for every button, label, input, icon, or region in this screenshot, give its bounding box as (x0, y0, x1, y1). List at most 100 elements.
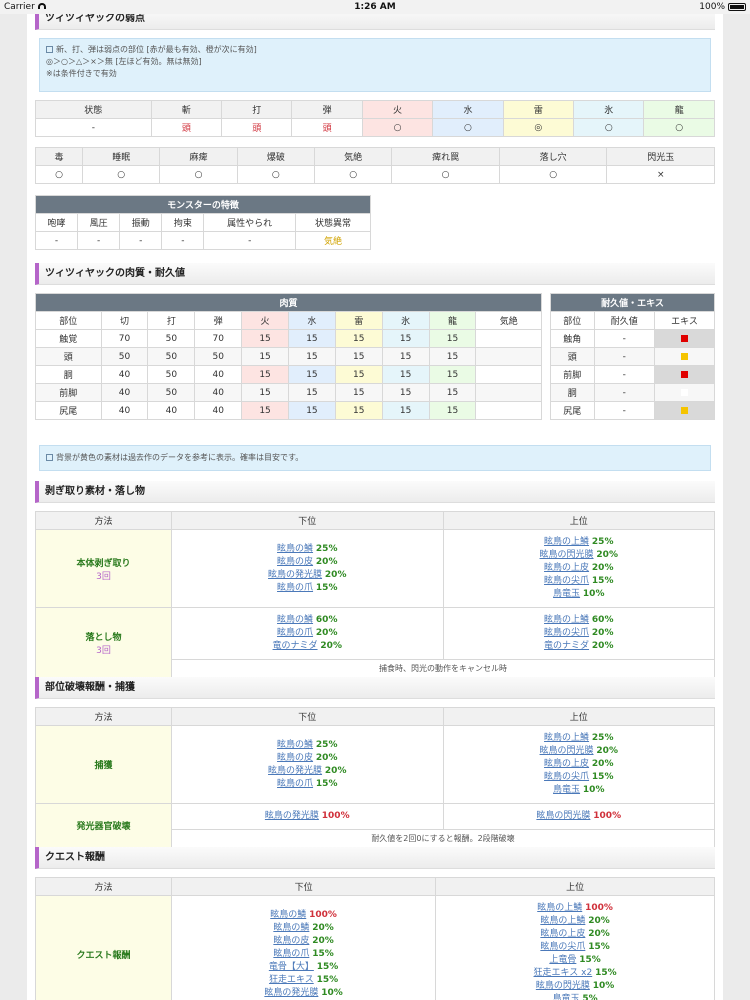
durability-value: - (593, 329, 655, 348)
meat-row: 尻尾 40 40 40 15 15 15 15 15 (35, 401, 542, 420)
drop-item: 眩鳥の上皮 20% (446, 758, 713, 771)
method-cell: 捕獲 (35, 725, 172, 804)
drop-rate: 10% (321, 987, 343, 998)
drop-rate: 15% (588, 942, 610, 952)
drop-list: 眩鳥の鱗 60% 眩鳥の爪 20% 竜のナミダ 20% (171, 607, 444, 660)
meat-cell: 前脚 (35, 383, 102, 402)
page-content[interactable]: ツィツィヤックの弱点 新、打、弾は弱点の部位 [赤が最も有効、橙が次に有効] ◎… (27, 14, 723, 1000)
drop-item-link[interactable]: 眩鳥の鱗 (277, 615, 313, 625)
meat-col-header: 切 (100, 311, 149, 330)
meat-cell: 50 (147, 383, 196, 402)
drop-rate: 20% (591, 563, 614, 573)
drop-item-link[interactable]: 眩鳥の上皮 (544, 563, 589, 573)
drop-rate: 15% (591, 576, 614, 586)
drop-item-link[interactable]: 眩鳥の鱗 (270, 910, 306, 920)
drop-item: 眩鳥の爪 20% (174, 627, 441, 640)
method-cell: 本体剥ぎ取り 3回 (35, 529, 172, 608)
drop-item-link[interactable]: 眩鳥の閃光膜 (540, 746, 594, 756)
battery-icon (728, 3, 746, 11)
drop-rate: 20% (591, 628, 614, 638)
drop-item-link[interactable]: 眩鳥の爪 (273, 949, 309, 959)
durability-table: 耐久値・エキス 部位 耐久値 エキス 触角 - 頭 - 前脚 - 胴 - 尻尾 - (550, 293, 715, 420)
drop-item: 眩鳥の閃光膜 10% (438, 980, 712, 993)
durability-part: 頭 (550, 347, 595, 366)
drop-item-link[interactable]: 上竜骨 (549, 955, 576, 965)
drop-item-link[interactable]: 眩鳥の爪 (277, 779, 313, 789)
drop-item-link[interactable]: 眩鳥の皮 (277, 753, 313, 763)
drop-item: 眩鳥の鱗 25% (174, 543, 441, 556)
drop-item-link[interactable]: 眩鳥の爪 (277, 583, 313, 593)
drop-item-link[interactable]: 鳥竜玉 (552, 994, 579, 1000)
meat-cell: 40 (194, 401, 243, 420)
drop-item-link[interactable]: 眩鳥の皮 (273, 936, 309, 946)
meat-cell: 15 (334, 365, 383, 384)
durability-row: 胴- (550, 383, 715, 402)
drop-row: 捕獲 眩鳥の鱗 25% 眩鳥の皮 20% 眩鳥の発光膜 20% 眩鳥の爪 15% 眩鳥の上… (35, 725, 715, 804)
drop-rate: 20% (591, 641, 614, 651)
drop-row: 落とし物 3回 眩鳥の鱗 60% 眩鳥の爪 20% 竜のナミダ 20% 眩鳥の上鱗 60%… (35, 607, 715, 678)
drop-rate: 15% (316, 961, 339, 972)
meat-cell: 15 (381, 347, 430, 366)
meat-row: 胴 40 50 40 15 15 15 15 15 (35, 365, 542, 384)
drop-item-link[interactable]: 眩鳥の上鱗 (540, 916, 585, 926)
drop-item: 眩鳥の鱗 25% (174, 739, 441, 752)
drop-item-link[interactable]: 眩鳥の上鱗 (544, 733, 589, 743)
drop-item-link[interactable]: 眩鳥の鱗 (277, 544, 313, 554)
drop-item-link[interactable]: 竜のナミダ (544, 641, 589, 651)
drop-rate: 25% (315, 543, 338, 554)
drop-item-link[interactable]: 眩鳥の爪 (277, 628, 313, 638)
meat-cell: 15 (334, 383, 383, 402)
meat-cell: 40 (100, 401, 149, 420)
drop-rate: 15% (315, 582, 338, 593)
drop-item-link[interactable]: 眩鳥の上鱗 (537, 903, 582, 913)
drop-rate: 15% (595, 968, 617, 978)
drop-rate: 25% (591, 733, 614, 743)
drop-item-link[interactable]: 眩鳥の尖爪 (544, 628, 589, 638)
drop-item: 鳥竜玉 10% (446, 588, 713, 601)
meat-col-header: 弾 (194, 311, 243, 330)
drop-item-link[interactable]: 眩鳥の上鱗 (544, 615, 589, 625)
drop-item-link[interactable]: 眩鳥の発光膜 (265, 811, 319, 821)
drop-item-link[interactable]: 眩鳥の上皮 (544, 759, 589, 769)
drop-item-link[interactable]: 眩鳥の皮 (277, 557, 313, 567)
drop-item-link[interactable]: 眩鳥の尖爪 (544, 772, 589, 782)
drop-item-link[interactable]: 眩鳥の上鱗 (544, 537, 589, 547)
drop-rate: 20% (315, 752, 338, 763)
drop-item-link[interactable]: 眩鳥の鱗 (273, 923, 309, 933)
drop-item-link[interactable]: 眩鳥の閃光膜 (536, 981, 590, 991)
drop-item-link[interactable]: 眩鳥の尖爪 (544, 576, 589, 586)
drop-item-link[interactable]: 眩鳥の発光膜 (268, 570, 322, 580)
drop-item-link[interactable]: 眩鳥の発光膜 (264, 988, 318, 998)
drop-item-link[interactable]: 鳥竜玉 (553, 785, 580, 795)
method-cell: 発光器官破壊 (35, 803, 172, 848)
drop-item-link[interactable]: 眩鳥の閃光膜 (540, 550, 594, 560)
extract-color-swatch (681, 370, 688, 378)
drop-rate: 20% (320, 641, 342, 651)
drop-rate: 20% (315, 556, 338, 567)
drop-item: 上竜骨 15% (438, 954, 712, 967)
section-title-quest: クエスト報酬 (35, 847, 715, 869)
drop-list: 眩鳥の上鱗 100% 眩鳥の上鱗 20% 眩鳥の上皮 20% 眩鳥の尖爪 15% 上竜骨… (435, 895, 715, 1000)
drop-rate: 20% (591, 759, 614, 769)
drop-item-link[interactable]: 眩鳥の上皮 (540, 929, 585, 939)
drop-item-link[interactable]: 眩鳥の尖爪 (540, 942, 585, 952)
meat-cell (475, 383, 542, 402)
meat-cell: 15 (381, 383, 430, 402)
drop-item-link[interactable]: 眩鳥の鱗 (277, 740, 313, 750)
drop-item-link[interactable]: 狂走エキス (269, 975, 314, 985)
drop-item: 眩鳥の上皮 20% (438, 928, 712, 941)
drop-item-link[interactable]: 竜のナミダ (273, 641, 318, 651)
drop-item-link[interactable]: 狂走エキス x2 (534, 968, 593, 978)
drop-item-link[interactable]: 眩鳥の発光膜 (268, 766, 322, 776)
drop-item-link[interactable]: 鳥竜玉 (553, 589, 580, 599)
drop-item: 眩鳥の上鱗 100% (438, 902, 712, 915)
drop-item-link[interactable]: 眩鳥の閃光膜 (536, 811, 590, 821)
method-count: 3回 (96, 645, 111, 656)
meat-cell: 50 (147, 329, 196, 348)
method-cell: 落とし物 3回 (35, 607, 172, 678)
drop-item: 眩鳥の鱗 20% (174, 922, 433, 935)
drop-rate: 20% (588, 916, 610, 926)
drop-item-link[interactable]: 竜骨【大】 (269, 962, 314, 972)
drop-rate: 15% (315, 778, 338, 789)
meat-cell: 15 (241, 383, 289, 402)
